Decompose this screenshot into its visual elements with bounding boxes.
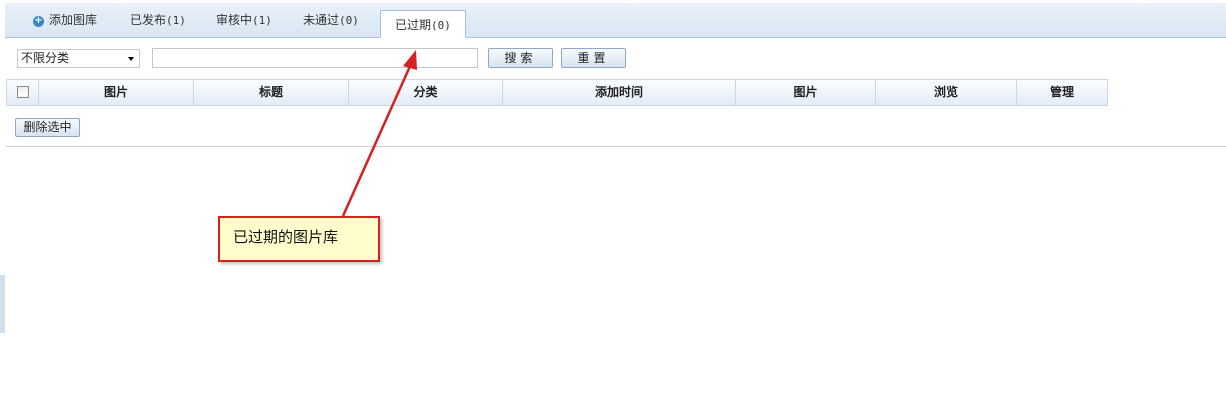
annotation-arrow — [341, 50, 417, 217]
annotation-callout: 已过期的图片库 — [218, 216, 380, 262]
